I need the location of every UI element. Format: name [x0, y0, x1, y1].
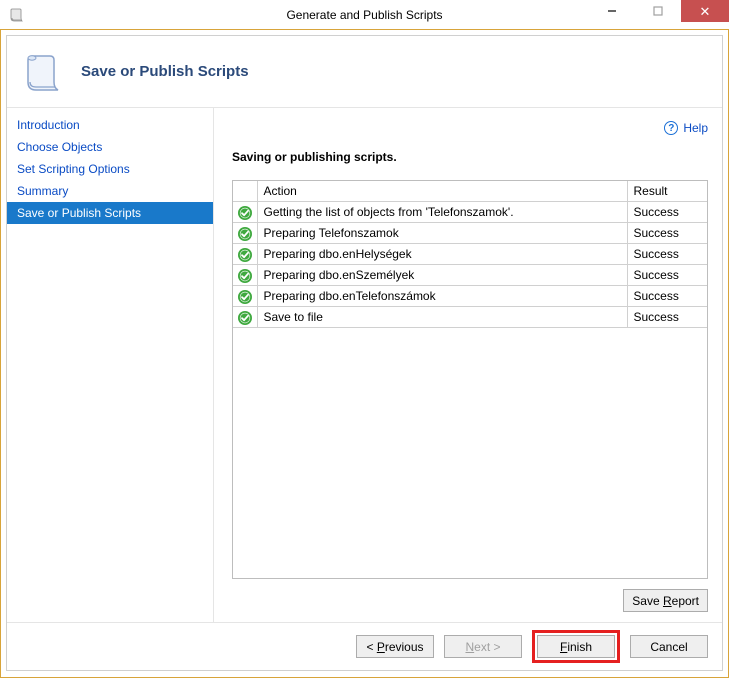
result-cell: Success	[627, 202, 707, 223]
action-cell: Save to file	[257, 307, 627, 328]
next-rest: ext	[474, 640, 490, 654]
help-icon[interactable]: ?	[664, 121, 678, 135]
success-icon-cell	[233, 223, 257, 244]
previous-button[interactable]: < Previous	[356, 635, 434, 658]
action-cell: Preparing dbo.enHelységek	[257, 244, 627, 265]
sidebar-item-set-scripting-options[interactable]: Set Scripting Options	[7, 158, 213, 180]
success-icon-cell	[233, 202, 257, 223]
sidebar-item-introduction[interactable]: Introduction	[7, 114, 213, 136]
success-check-icon	[237, 289, 253, 303]
window-controls: ✕	[589, 0, 729, 29]
save-report-button[interactable]: Save Report	[623, 589, 708, 612]
success-icon-cell	[233, 286, 257, 307]
help-link[interactable]: Help	[683, 121, 708, 135]
table-row[interactable]: Preparing dbo.enTelefonszámokSuccess	[233, 286, 707, 307]
col-result[interactable]: Result	[627, 181, 707, 202]
table-row[interactable]: Getting the list of objects from 'Telefo…	[233, 202, 707, 223]
result-cell: Success	[627, 265, 707, 286]
success-check-icon	[237, 268, 253, 282]
table-row[interactable]: Preparing dbo.enHelységekSuccess	[233, 244, 707, 265]
minimize-button[interactable]	[589, 0, 635, 22]
main-panel: ? Help Saving or publishing scripts. Act…	[213, 108, 722, 622]
finish-button[interactable]: Finish	[537, 635, 615, 658]
sidebar: Introduction Choose Objects Set Scriptin…	[7, 108, 213, 622]
action-cell: Preparing dbo.enSzemélyek	[257, 265, 627, 286]
wizard-dialog: Save or Publish Scripts Introduction Cho…	[6, 35, 723, 671]
titlebar: Generate and Publish Scripts ✕	[0, 0, 729, 30]
app-icon	[8, 6, 26, 24]
close-icon: ✕	[700, 5, 711, 18]
save-report-label: Save Report	[632, 594, 699, 608]
results-table-container: Action Result Getting the list of object…	[232, 180, 708, 579]
wizard-header: Save or Publish Scripts	[7, 36, 722, 108]
previous-rest: revious	[385, 640, 424, 654]
cancel-button[interactable]: Cancel	[630, 635, 708, 658]
results-table: Action Result Getting the list of object…	[233, 181, 707, 328]
close-button[interactable]: ✕	[681, 0, 729, 22]
result-cell: Success	[627, 307, 707, 328]
maximize-button	[635, 0, 681, 22]
script-scroll-icon	[21, 49, 67, 95]
success-check-icon	[237, 247, 253, 261]
success-check-icon	[237, 226, 253, 240]
result-cell: Success	[627, 244, 707, 265]
section-title: Saving or publishing scripts.	[232, 150, 708, 164]
page-title: Save or Publish Scripts	[81, 63, 249, 80]
success-icon-cell	[233, 307, 257, 328]
col-icon	[233, 181, 257, 202]
table-row[interactable]: Preparing dbo.enSzemélyekSuccess	[233, 265, 707, 286]
finish-rest: inish	[567, 640, 592, 654]
success-check-icon	[237, 205, 253, 219]
sidebar-item-save-or-publish[interactable]: Save or Publish Scripts	[7, 202, 213, 224]
table-row[interactable]: Preparing TelefonszamokSuccess	[233, 223, 707, 244]
result-cell: Success	[627, 223, 707, 244]
action-cell: Preparing dbo.enTelefonszámok	[257, 286, 627, 307]
finish-highlight: Finish	[532, 630, 620, 663]
table-row[interactable]: Save to fileSuccess	[233, 307, 707, 328]
col-action[interactable]: Action	[257, 181, 627, 202]
wizard-footer: < Previous Next > Finish Cancel	[7, 622, 722, 670]
next-button: Next >	[444, 635, 522, 658]
result-cell: Success	[627, 286, 707, 307]
success-icon-cell	[233, 265, 257, 286]
sidebar-item-choose-objects[interactable]: Choose Objects	[7, 136, 213, 158]
success-check-icon	[237, 310, 253, 324]
sidebar-item-summary[interactable]: Summary	[7, 180, 213, 202]
action-cell: Getting the list of objects from 'Telefo…	[257, 202, 627, 223]
action-cell: Preparing Telefonszamok	[257, 223, 627, 244]
success-icon-cell	[233, 244, 257, 265]
